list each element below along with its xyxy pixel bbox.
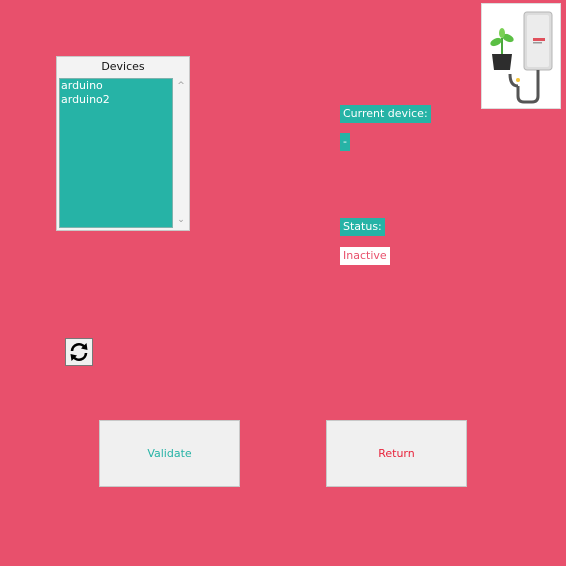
current-device-label: Current device: [340, 105, 431, 123]
status-value: Inactive [340, 247, 390, 265]
devices-list[interactable]: arduino arduino2 [59, 78, 173, 228]
devices-scrollbar[interactable]: ^ ⌄ [173, 78, 189, 228]
device-item[interactable]: arduino2 [60, 93, 172, 107]
status-label: Status: [340, 218, 385, 236]
current-device-value: - [340, 133, 350, 151]
device-item[interactable]: arduino [60, 79, 172, 93]
devices-title: Devices [101, 60, 145, 73]
refresh-button[interactable] [65, 338, 93, 366]
plant-watering-logo-icon [490, 11, 553, 104]
scroll-down-icon[interactable]: ⌄ [173, 214, 189, 226]
scroll-up-icon[interactable]: ^ [173, 80, 189, 92]
refresh-icon [70, 343, 88, 361]
return-button[interactable]: Return [326, 420, 467, 487]
app-logo [481, 3, 561, 109]
validate-button[interactable]: Validate [99, 420, 240, 487]
devices-panel: Devices arduino arduino2 ^ ⌄ [56, 56, 190, 231]
